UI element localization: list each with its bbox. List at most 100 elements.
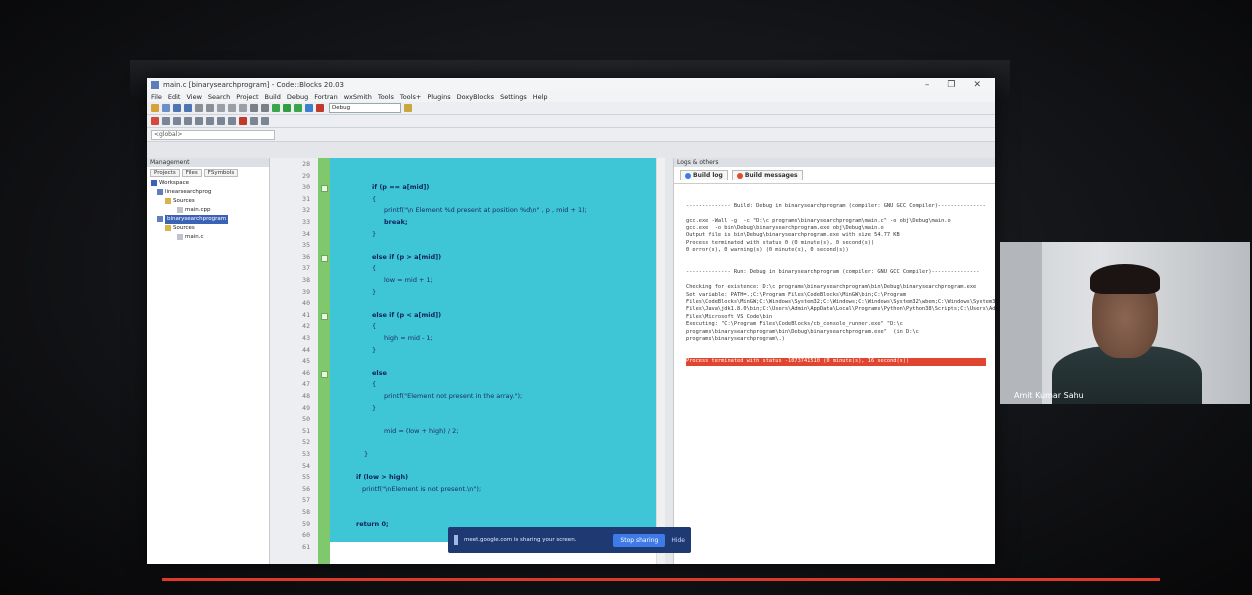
- line-number: 46: [302, 368, 310, 377]
- find-icon[interactable]: [250, 104, 258, 112]
- step-out-icon[interactable]: [195, 117, 203, 125]
- menu-tools-plus[interactable]: Tools+: [400, 93, 421, 101]
- share-message: meet.google.com is sharing your screen.: [464, 537, 577, 543]
- line-number: 55: [302, 473, 310, 482]
- line-number: 42: [302, 322, 310, 331]
- logs-title: Logs & others: [674, 158, 995, 167]
- open-file-icon[interactable]: [162, 104, 170, 112]
- run-icon[interactable]: [283, 104, 291, 112]
- webcam-tile: Amit Kumar Sahu: [1000, 242, 1250, 404]
- build-and-run-icon[interactable]: [294, 104, 302, 112]
- stop-sharing-button[interactable]: Stop sharing: [613, 533, 666, 547]
- menu-build[interactable]: Build: [265, 93, 281, 101]
- tab-build-messages[interactable]: Build messages: [731, 170, 803, 180]
- code-line: if (p == a[mid]): [372, 183, 430, 192]
- step-into-icon[interactable]: [184, 117, 192, 125]
- menu-edit[interactable]: Edit: [168, 93, 181, 101]
- maximize-button[interactable]: ❐: [947, 80, 955, 90]
- fold-toggle-icon[interactable]: [321, 312, 328, 320]
- log-line: 0 error(s), 0 warning(s) (0 minute(s), 0…: [686, 247, 849, 254]
- menu-wxsmith[interactable]: wxSmith: [344, 93, 372, 101]
- tree-workspace[interactable]: Workspace: [151, 179, 269, 188]
- tab-projects[interactable]: Projects: [150, 169, 180, 177]
- code-line: else if (p < a[mid]): [372, 310, 442, 319]
- next-line-icon[interactable]: [173, 117, 181, 125]
- build-target-select[interactable]: Debug: [329, 103, 401, 113]
- menu-help[interactable]: Help: [533, 93, 548, 101]
- debugging-windows-icon[interactable]: [250, 117, 258, 125]
- tab-files[interactable]: Files: [181, 169, 202, 177]
- tree-sources-folder[interactable]: Sources: [151, 224, 269, 233]
- drag-handle-icon[interactable]: [454, 535, 458, 545]
- line-number: 28: [302, 160, 310, 168]
- code-line: else: [372, 368, 387, 377]
- save-all-icon[interactable]: [184, 104, 192, 112]
- menu-settings[interactable]: Settings: [500, 93, 527, 101]
- cut-icon[interactable]: [217, 104, 225, 112]
- tab-build-log[interactable]: Build log: [680, 170, 728, 180]
- folder-icon: [165, 224, 171, 231]
- step-instruction-icon[interactable]: [217, 117, 225, 125]
- fold-toggle-icon[interactable]: [321, 254, 328, 262]
- run-to-cursor-icon[interactable]: [162, 117, 170, 125]
- replace-icon[interactable]: [261, 104, 269, 112]
- fold-toggle-icon[interactable]: [321, 370, 328, 378]
- line-number: 49: [302, 403, 310, 412]
- redo-icon[interactable]: [206, 104, 214, 112]
- break-debugger-icon[interactable]: [228, 117, 236, 125]
- codeblocks-logo-icon: [151, 80, 159, 89]
- target-options-icon[interactable]: [404, 104, 412, 112]
- tree-sources-folder[interactable]: Sources: [151, 197, 269, 206]
- line-number: 29: [302, 171, 310, 180]
- line-number: 40: [302, 299, 310, 308]
- menu-view[interactable]: View: [186, 93, 201, 101]
- abort-icon[interactable]: [316, 104, 324, 112]
- log-line: -------------- Build: Debug in binarysea…: [686, 202, 986, 209]
- next-instruction-icon[interactable]: [206, 117, 214, 125]
- new-file-icon[interactable]: [151, 104, 159, 112]
- menu-doxyblocks[interactable]: DoxyBlocks: [457, 93, 494, 101]
- rebuild-icon[interactable]: [305, 104, 313, 112]
- menu-search[interactable]: Search: [208, 93, 230, 101]
- menu-project[interactable]: Project: [236, 93, 258, 101]
- hide-button[interactable]: Hide: [671, 537, 685, 544]
- workspace-icon: [151, 179, 157, 186]
- menu-bar: File Edit View Search Project Build Debu…: [147, 91, 995, 102]
- save-icon[interactable]: [173, 104, 181, 112]
- menu-file[interactable]: File: [151, 93, 162, 101]
- tree-project-linearsearch[interactable]: linearsearchprog: [151, 188, 269, 197]
- minimize-button[interactable]: –: [925, 80, 930, 90]
- fold-toggle-icon[interactable]: [321, 185, 328, 193]
- management-tabs: Projects Files FSymbols: [147, 167, 269, 179]
- copy-icon[interactable]: [228, 104, 236, 112]
- scope-select[interactable]: <global>: [151, 129, 275, 140]
- code-line: }: [372, 229, 377, 238]
- log-line: gcc.exe -Wall -g -c "D:\c programs\binar…: [686, 217, 951, 224]
- file-icon: [177, 206, 183, 213]
- debug-start-icon[interactable]: [151, 117, 159, 125]
- tree-file-main-c[interactable]: main.c: [151, 233, 269, 242]
- code-line: }: [372, 345, 377, 354]
- editor-scrollbar[interactable]: [656, 158, 665, 564]
- tree-project-binarysearch[interactable]: binarysearchprogram: [151, 215, 269, 224]
- tree-file-main-cpp[interactable]: main.cpp: [151, 206, 269, 215]
- line-number: 53: [302, 450, 310, 458]
- paste-icon[interactable]: [239, 104, 247, 112]
- folder-icon: [165, 197, 171, 204]
- debug-info-icon[interactable]: [261, 117, 269, 125]
- code-line: printf("\n Element %d present at positio…: [384, 206, 587, 215]
- menu-plugins[interactable]: Plugins: [427, 93, 450, 101]
- build-log-text: -------------- Build: Debug in binarysea…: [686, 188, 995, 381]
- stop-debugger-icon[interactable]: [239, 117, 247, 125]
- menu-tools[interactable]: Tools: [378, 93, 394, 101]
- code-editor[interactable]: 28 29 30 if (p == a[mid]) 31 {32 printf("\n El…: [270, 158, 665, 564]
- close-button[interactable]: ✕: [973, 80, 981, 90]
- menu-debug[interactable]: Debug: [287, 93, 308, 101]
- build-icon[interactable]: [272, 104, 280, 112]
- undo-icon[interactable]: [195, 104, 203, 112]
- line-number: 57: [302, 496, 310, 505]
- tab-fsymbols[interactable]: FSymbols: [203, 169, 239, 177]
- menu-fortran[interactable]: Fortran: [314, 93, 337, 101]
- pin-icon: [736, 172, 743, 179]
